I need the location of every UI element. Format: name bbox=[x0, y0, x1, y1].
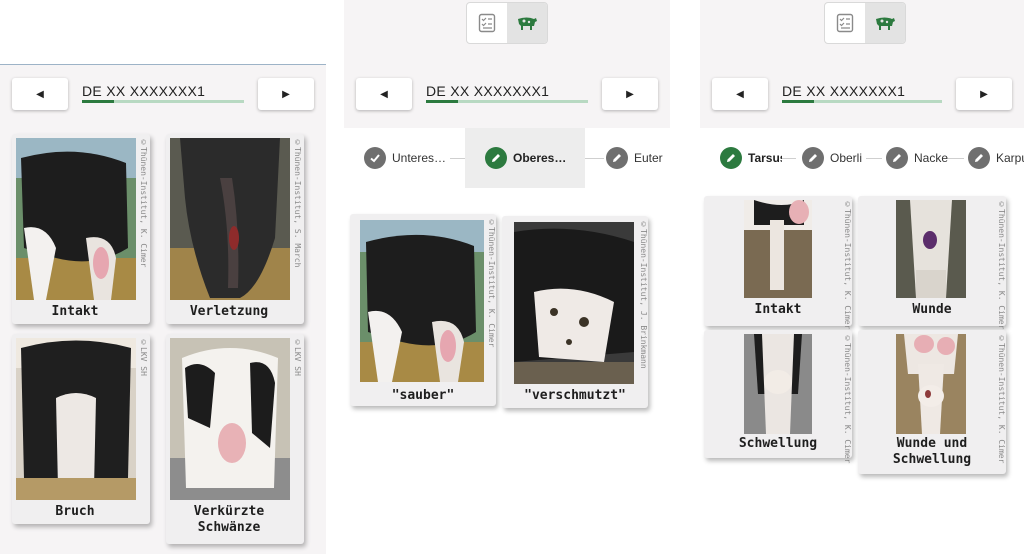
cow-icon bbox=[518, 17, 537, 30]
option-card-wunde-und-schwellung[interactable]: ©Thünen-Institut, K. Cimer Wunde und Sch… bbox=[858, 330, 1006, 474]
panel-tail: ◀ DE XX XXXXXXX1 ▶ ©Thünen-Institut, K. … bbox=[0, 0, 326, 554]
option-caption: Schwellung bbox=[738, 436, 818, 451]
step-label: Oberes… bbox=[513, 151, 567, 165]
step-oberes[interactable]: Oberes… bbox=[465, 128, 585, 188]
checklist-view-button[interactable] bbox=[467, 3, 507, 43]
pencil-icon bbox=[485, 147, 507, 169]
checklist-icon bbox=[478, 13, 496, 33]
step-label: Oberli bbox=[830, 151, 863, 165]
option-card-intakt[interactable]: ©Thünen-Institut, K. Cimer Intakt bbox=[12, 134, 150, 324]
pencil-icon bbox=[802, 147, 824, 169]
progress-fill bbox=[426, 100, 459, 103]
screen: ◀ DE XX XXXXXXX1 ▶ ©Thünen-Institut, K. … bbox=[0, 0, 1024, 554]
option-caption: Verkürzte Schwänze bbox=[193, 504, 265, 535]
progress-bar bbox=[782, 100, 942, 103]
pencil-icon bbox=[886, 147, 908, 169]
option-card-wunde[interactable]: ©Thünen-Institut, K. Cimer Wunde bbox=[858, 196, 1006, 329]
photo-credit: ©LKV SH bbox=[139, 338, 148, 376]
cow-icon bbox=[876, 17, 895, 30]
previous-animal-button[interactable]: ◀ bbox=[356, 78, 412, 110]
cow-tail-photo bbox=[170, 338, 290, 500]
photo-credit: ©Thünen-Institut, K. Cimer bbox=[487, 218, 496, 348]
option-card-schwellung[interactable]: ©Thünen-Institut, K. Cimer Schwellung bbox=[704, 330, 852, 463]
step-label: Euter bbox=[634, 151, 663, 165]
checklist-view-button[interactable] bbox=[825, 3, 865, 43]
progress-fill bbox=[782, 100, 814, 103]
cow-leg-photo bbox=[744, 200, 812, 298]
step-label: Unteres… bbox=[392, 151, 447, 165]
option-card-bruch[interactable]: ©LKV SH Bruch bbox=[12, 334, 150, 524]
cow-leg-photo bbox=[896, 200, 966, 298]
animal-id: DE XX XXXXXXX1 bbox=[82, 83, 206, 99]
progress-bar bbox=[82, 100, 244, 103]
pencil-icon bbox=[606, 147, 628, 169]
option-card-intakt[interactable]: ©Thünen-Institut, K. Cimer Intakt bbox=[704, 196, 852, 329]
cow-tail-photo bbox=[16, 138, 136, 300]
pencil-icon bbox=[968, 147, 990, 169]
animal-navigation: ◀ DE XX XXXXXXX1 ▶ bbox=[12, 78, 314, 110]
cow-view-button[interactable] bbox=[507, 3, 547, 43]
arrow-right-icon: ▶ bbox=[980, 88, 988, 100]
arrow-right-icon: ▶ bbox=[626, 88, 634, 100]
cow-leg-photo bbox=[744, 334, 812, 434]
option-caption: Wunde und Schwellung bbox=[892, 436, 972, 467]
option-card-sauber[interactable]: ©Thünen-Institut, K. Cimer "sauber" bbox=[350, 214, 496, 406]
step-label: Nacke bbox=[914, 151, 948, 165]
cow-tail-photo bbox=[16, 338, 136, 500]
animal-id: DE XX XXXXXXX1 bbox=[426, 83, 550, 99]
animal-navigation: ◀ DE XX XXXXXXX1 ▶ bbox=[356, 78, 658, 110]
animal-navigation: ◀ DE XX XXXXXXX1 ▶ bbox=[712, 78, 1012, 110]
step-euter[interactable]: Euter bbox=[606, 128, 663, 188]
arrow-right-icon: ▶ bbox=[282, 88, 290, 100]
next-animal-button[interactable]: ▶ bbox=[956, 78, 1012, 110]
checklist-icon bbox=[836, 13, 854, 33]
photo-credit: ©Thünen-Institut, J. Brinkmann bbox=[639, 220, 648, 369]
photo-credit: ©LKV SH bbox=[293, 338, 302, 376]
option-caption: Intakt bbox=[51, 304, 99, 319]
option-card-verkuerzte-schwaenze[interactable]: ©LKV SH Verkürzte Schwänze bbox=[166, 334, 304, 544]
step-navigation: Unteres… Oberes… Euter bbox=[344, 128, 670, 188]
step-navigation: Tarsus Oberli Nacke Karpu bbox=[700, 128, 1024, 188]
next-animal-button[interactable]: ▶ bbox=[258, 78, 314, 110]
cow-hind-photo bbox=[360, 220, 484, 382]
next-animal-button[interactable]: ▶ bbox=[602, 78, 658, 110]
photo-credit: ©Thünen-Institut, K. Cimer bbox=[139, 138, 148, 268]
view-toggle bbox=[824, 2, 906, 44]
option-card-verschmutzt[interactable]: ©Thünen-Institut, J. Brinkmann "verschmu… bbox=[502, 216, 648, 408]
view-toggle bbox=[466, 2, 548, 44]
option-caption: Verletzung bbox=[189, 304, 269, 319]
step-tarsus[interactable]: Tarsus bbox=[720, 128, 782, 188]
photo-credit: ©Thünen-Institut, S. March bbox=[293, 138, 302, 268]
cow-leg-photo bbox=[896, 334, 966, 434]
step-label: Tarsus bbox=[748, 151, 782, 165]
arrow-left-icon: ◀ bbox=[36, 88, 44, 100]
cow-hind-photo bbox=[514, 222, 634, 384]
progress-bar bbox=[426, 100, 588, 103]
progress-fill bbox=[82, 100, 115, 103]
pencil-icon bbox=[720, 147, 742, 169]
panel-cleanliness: ◀ DE XX XXXXXXX1 ▶ Unteres… Oberes… Eute… bbox=[344, 0, 670, 554]
arrow-left-icon: ◀ bbox=[380, 88, 388, 100]
previous-animal-button[interactable]: ◀ bbox=[712, 78, 768, 110]
cow-view-button[interactable] bbox=[865, 3, 905, 43]
option-caption: Wunde bbox=[912, 302, 952, 317]
option-caption: Bruch bbox=[55, 504, 95, 519]
step-label: Karpu bbox=[996, 151, 1024, 165]
step-oberli[interactable]: Oberli bbox=[802, 128, 868, 188]
step-unteres[interactable]: Unteres… bbox=[364, 128, 446, 188]
option-card-verletzung[interactable]: ©Thünen-Institut, S. March Verletzung bbox=[166, 134, 304, 324]
step-nacken[interactable]: Nacke bbox=[886, 128, 948, 188]
previous-animal-button[interactable]: ◀ bbox=[12, 78, 68, 110]
option-caption: Intakt bbox=[754, 302, 802, 317]
check-icon bbox=[364, 147, 386, 169]
animal-id: DE XX XXXXXXX1 bbox=[782, 83, 906, 99]
cow-tail-photo bbox=[170, 138, 290, 300]
arrow-left-icon: ◀ bbox=[736, 88, 744, 100]
step-karpus[interactable]: Karpu bbox=[968, 128, 1024, 188]
panel-lesions: ◀ DE XX XXXXXXX1 ▶ Tarsus Oberli Nacke bbox=[700, 0, 1024, 554]
option-caption: "verschmutzt" bbox=[524, 388, 626, 403]
option-caption: "sauber" bbox=[391, 388, 455, 403]
